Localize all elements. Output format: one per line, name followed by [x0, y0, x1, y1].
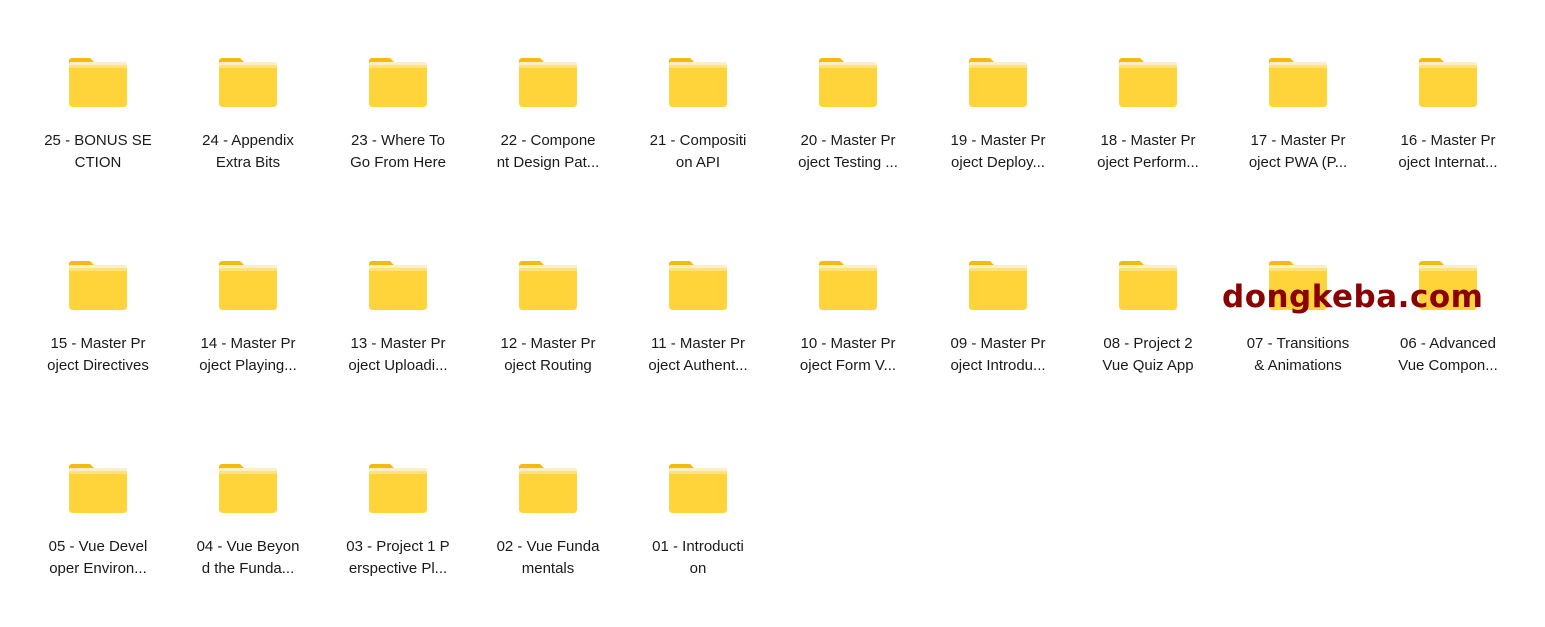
folder-icon: [69, 261, 127, 310]
folder-item[interactable]: 19 - Master Pr oject Deploy...: [923, 0, 1073, 190]
folder-icon: [219, 58, 277, 107]
folder-label: 11 - Master Pr oject Authent...: [648, 335, 748, 374]
folder-label: 24 - Appendix Extra Bits: [202, 132, 294, 171]
folder-item[interactable]: 01 - Introducti on: [623, 406, 773, 596]
folder-label: 25 - BONUS SE CTION: [44, 132, 152, 171]
folder-icon: [969, 261, 1027, 310]
folder-label: 22 - Compone nt Design Pat...: [496, 132, 600, 171]
folder-label: 02 - Vue Funda mentals: [496, 538, 600, 577]
folder-icon: [519, 261, 577, 310]
folder-item[interactable]: 24 - Appendix Extra Bits: [173, 0, 323, 190]
folder-item[interactable]: 10 - Master Pr oject Form V...: [773, 203, 923, 393]
folder-icon: [69, 464, 127, 513]
folder-item[interactable]: 14 - Master Pr oject Playing...: [173, 203, 323, 393]
folder-item[interactable]: 20 - Master Pr oject Testing ...: [773, 0, 923, 190]
folder-icon: [819, 58, 877, 107]
folder-label: 14 - Master Pr oject Playing...: [199, 335, 297, 374]
folder-icon: [1419, 58, 1477, 107]
folder-item[interactable]: 04 - Vue Beyon d the Funda...: [173, 406, 323, 596]
folder-item[interactable]: 13 - Master Pr oject Uploadi...: [323, 203, 473, 393]
folder-label: 12 - Master Pr oject Routing: [500, 335, 596, 374]
folder-label: 17 - Master Pr oject PWA (P...: [1248, 132, 1348, 171]
folder-label: 15 - Master Pr oject Directives: [47, 335, 149, 374]
folder-icon: [1119, 58, 1177, 107]
folder-label: 07 - Transitions & Animations: [1246, 335, 1350, 374]
folder-label: 09 - Master Pr oject Introdu...: [950, 335, 1046, 374]
folder-icon: [369, 261, 427, 310]
folder-item[interactable]: 21 - Compositi on API: [623, 0, 773, 190]
folder-item[interactable]: 12 - Master Pr oject Routing: [473, 203, 623, 393]
folder-label: 10 - Master Pr oject Form V...: [799, 335, 897, 374]
folder-item[interactable]: 08 - Project 2 Vue Quiz App: [1073, 203, 1223, 393]
folder-item[interactable]: 03 - Project 1 P erspective Pl...: [323, 406, 473, 596]
folder-item[interactable]: 16 - Master Pr oject Internat...: [1373, 0, 1523, 190]
folder-item[interactable]: 15 - Master Pr oject Directives: [23, 203, 173, 393]
folder-icon: [219, 464, 277, 513]
folder-label: 04 - Vue Beyon d the Funda...: [196, 538, 300, 577]
folder-label: 21 - Compositi on API: [649, 132, 747, 171]
folder-label: 13 - Master Pr oject Uploadi...: [348, 335, 448, 374]
folder-item[interactable]: 25 - BONUS SE CTION: [23, 0, 173, 190]
folder-label: 06 - Advanced Vue Compon...: [1398, 335, 1498, 374]
folder-label: 05 - Vue Devel oper Environ...: [48, 538, 148, 577]
folder-icon: [669, 58, 727, 107]
folder-label: 01 - Introducti on: [652, 538, 744, 577]
folder-item[interactable]: 05 - Vue Devel oper Environ...: [23, 406, 173, 596]
folder-item[interactable]: 22 - Compone nt Design Pat...: [473, 0, 623, 190]
folder-item[interactable]: 23 - Where To Go From Here: [323, 0, 473, 190]
folder-item[interactable]: 02 - Vue Funda mentals: [473, 406, 623, 596]
folder-label: 23 - Where To Go From Here: [350, 132, 446, 171]
folder-icon: [969, 58, 1027, 107]
folder-icon: [1119, 261, 1177, 310]
folder-icon: [69, 58, 127, 107]
folder-icon: [369, 464, 427, 513]
folder-label: 18 - Master Pr oject Perform...: [1097, 132, 1199, 171]
folder-item[interactable]: 09 - Master Pr oject Introdu...: [923, 203, 1073, 393]
folder-icon: [669, 261, 727, 310]
folder-label: 08 - Project 2 Vue Quiz App: [1102, 335, 1194, 374]
folder-item[interactable]: 18 - Master Pr oject Perform...: [1073, 0, 1223, 190]
folder-label: 03 - Project 1 P erspective Pl...: [346, 538, 450, 577]
folder-icon: [519, 464, 577, 513]
folder-icon: [519, 58, 577, 107]
folder-label: 20 - Master Pr oject Testing ...: [798, 132, 898, 171]
folder-icon: [819, 261, 877, 310]
folder-icon: [219, 261, 277, 310]
folder-item[interactable]: 17 - Master Pr oject PWA (P...: [1223, 0, 1373, 190]
folder-icon: [669, 464, 727, 513]
folder-icon: [369, 58, 427, 107]
folder-icon: [1269, 58, 1327, 107]
watermark-text: dongkeba.com: [1222, 279, 1484, 315]
folder-label: 19 - Master Pr oject Deploy...: [950, 132, 1046, 171]
folder-item[interactable]: 11 - Master Pr oject Authent...: [623, 203, 773, 393]
folder-label: 16 - Master Pr oject Internat...: [1398, 132, 1498, 171]
